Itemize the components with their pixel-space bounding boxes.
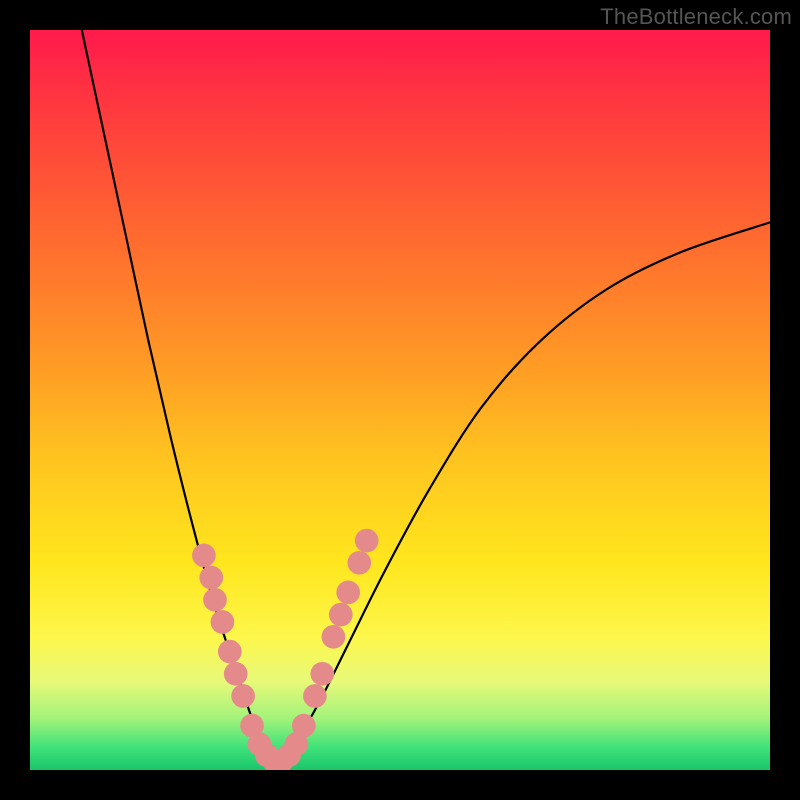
- gradient-background: [30, 30, 770, 770]
- chart-root: TheBottleneck.com: [0, 0, 800, 800]
- plot-area: [30, 30, 770, 770]
- watermark-text: TheBottleneck.com: [600, 4, 792, 30]
